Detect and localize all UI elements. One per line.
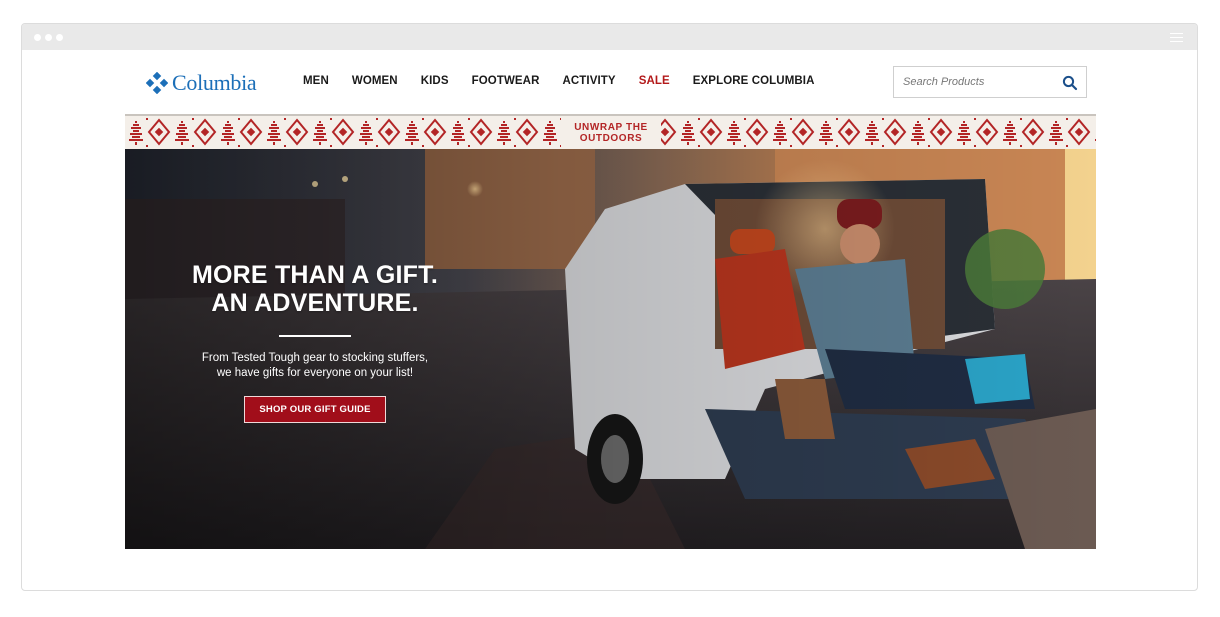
shop-gift-guide-button[interactable]: SHOP OUR GIFT GUIDE	[244, 396, 386, 423]
brand-name: Columbia	[172, 70, 257, 95]
banner-line-1: UNWRAP THE	[574, 121, 648, 133]
window-dot-icon	[45, 34, 52, 41]
banner-line-2: OUTDOORS	[579, 132, 643, 144]
nav-item-men[interactable]: MEN	[303, 75, 329, 87]
window-dot-icon	[56, 34, 63, 41]
hero-section[interactable]: MORE THAN A GIFT. AN ADVENTURE. From Tes…	[125, 149, 1096, 549]
hero-subtitle-line-2: we have gifts for everyone on your list!	[216, 367, 414, 379]
site-logo[interactable]: Columbia	[146, 69, 257, 97]
hero-subtitle-line-1: From Tested Tough gear to stocking stuff…	[201, 352, 429, 364]
nav-item-women[interactable]: WOMEN	[352, 75, 398, 87]
search-icon[interactable]	[1062, 75, 1078, 91]
hero-title: MORE THAN A GIFT. AN ADVENTURE.	[165, 261, 465, 317]
hero-divider	[279, 335, 351, 337]
columbia-diamond-icon	[146, 72, 168, 94]
hero-copy: MORE THAN A GIFT. AN ADVENTURE. From Tes…	[165, 261, 465, 423]
nav-item-kids[interactable]: KIDS	[421, 75, 449, 87]
nav-item-sale[interactable]: SALE	[639, 75, 670, 87]
main-nav: MEN WOMEN KIDS FOOTWEAR ACTIVITY SALE EX…	[303, 75, 837, 87]
hero-title-line-1: MORE THAN A GIFT.	[192, 261, 438, 289]
banner-headline: UNWRAP THE OUTDOORS	[561, 116, 661, 149]
holiday-banner[interactable]: UNWRAP THE OUTDOORS	[125, 114, 1096, 149]
hamburger-menu-icon[interactable]	[1170, 33, 1183, 42]
nav-item-explore-columbia[interactable]: EXPLORE COLUMBIA	[693, 75, 815, 87]
browser-chrome-bar	[22, 24, 1197, 50]
search-input[interactable]	[894, 67, 1054, 97]
nav-item-footwear[interactable]: FOOTWEAR	[472, 75, 540, 87]
browser-window: Columbia MEN WOMEN KIDS FOOTWEAR ACTIVIT…	[21, 23, 1198, 591]
search-box	[893, 66, 1087, 98]
window-dot-icon	[34, 34, 41, 41]
hero-title-line-2: AN ADVENTURE.	[211, 289, 419, 317]
hero-subtitle: From Tested Tough gear to stocking stuff…	[165, 351, 465, 381]
nav-item-activity[interactable]: ACTIVITY	[562, 75, 615, 87]
